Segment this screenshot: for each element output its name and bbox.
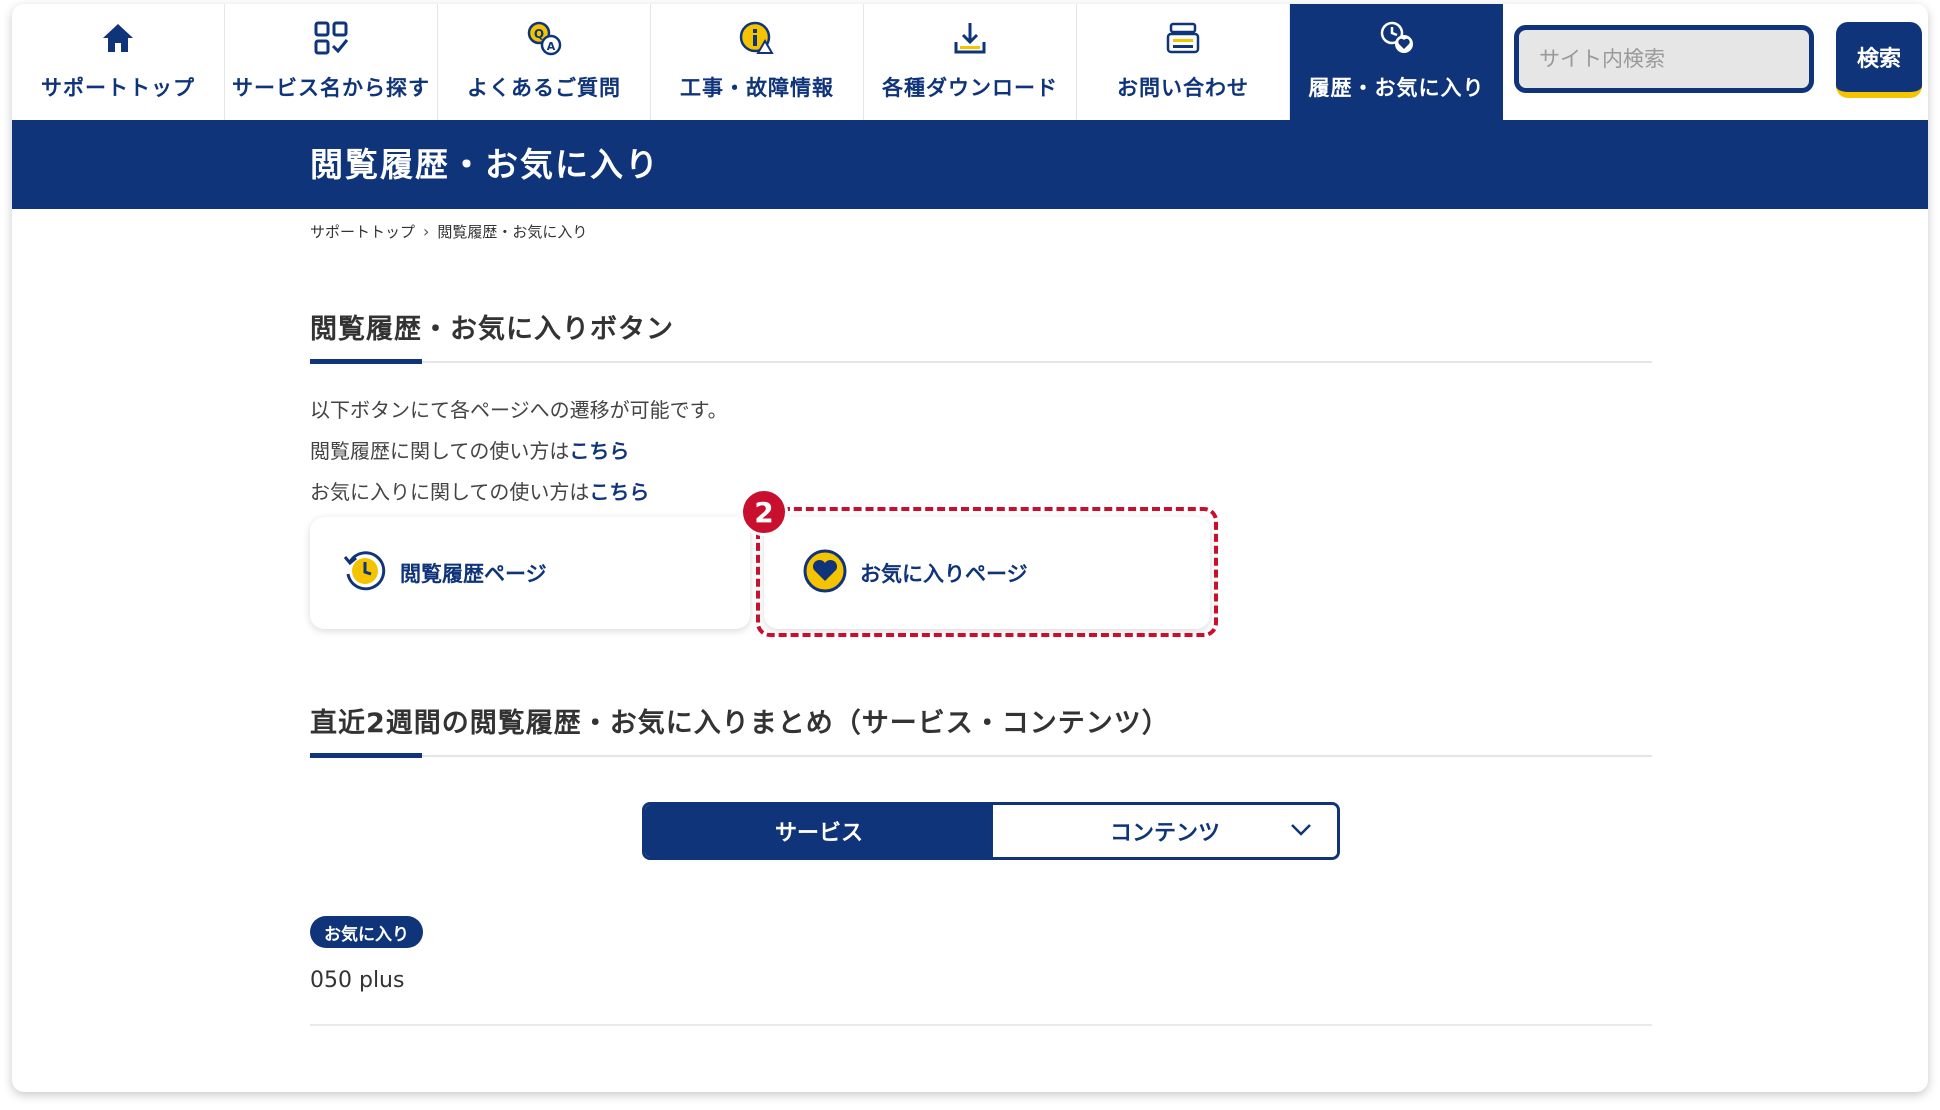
- tab-contents[interactable]: コンテンツ: [993, 805, 1337, 857]
- section-accent-bar: [310, 753, 422, 758]
- global-nav: サポートトップ サービス名から探す Q A よくあるご質問 工事・故障情報 各種…: [12, 4, 1928, 120]
- page-title-band: 閲覧履歴・お気に入り: [12, 120, 1928, 209]
- history-usage-prefix: 閲覧履歴に関しての使い方は: [310, 439, 570, 463]
- section-divider: [310, 755, 1652, 757]
- nav-label: よくあるご質問: [467, 76, 621, 100]
- nav-item-faq[interactable]: Q A よくあるご質問: [438, 4, 651, 120]
- callout-number-badge: 2: [740, 488, 788, 536]
- section-title-buttons: 閲覧履歴・お気に入りボタン: [310, 314, 674, 345]
- section-accent-bar: [310, 359, 422, 364]
- description-text: 以下ボタンにて各ページへの遷移が可能です。: [310, 398, 728, 422]
- list-item-service-name[interactable]: 050 plus: [310, 968, 404, 993]
- breadcrumb: サポートトップ › 閲覧履歴・お気に入り: [310, 221, 587, 242]
- nav-label: 工事・故障情報: [680, 76, 834, 100]
- highlight-dashed-box: [756, 507, 1218, 637]
- contact-icon: [1161, 16, 1205, 60]
- nav-item-contact[interactable]: お問い合わせ: [1077, 4, 1290, 120]
- nav-item-downloads[interactable]: 各種ダウンロード: [864, 4, 1077, 120]
- section-title-summary: 直近2週間の閲覧履歴・お気に入りまとめ（サービス・コンテンツ）: [310, 708, 1170, 739]
- grid-check-icon: [309, 16, 353, 60]
- svg-text:A: A: [547, 40, 556, 53]
- browser-frame: サポートトップ サービス名から探す Q A よくあるご質問 工事・故障情報 各種…: [12, 4, 1928, 1092]
- svg-text:Q: Q: [534, 27, 544, 41]
- list-divider: [310, 1024, 1652, 1026]
- download-icon: [948, 16, 992, 60]
- search-input[interactable]: [1519, 46, 1809, 72]
- nav-label: サポートトップ: [41, 76, 195, 100]
- nav-label: 各種ダウンロード: [882, 76, 1058, 100]
- history-page-label: 閲覧履歴ページ: [400, 562, 547, 586]
- chevron-down-icon: [1289, 817, 1313, 847]
- nav-item-service-search[interactable]: サービス名から探す: [225, 4, 438, 120]
- favorite-usage-link[interactable]: こちら: [589, 480, 649, 504]
- nav-label: 履歴・お気に入り: [1308, 76, 1485, 100]
- history-favorite-icon: [1375, 16, 1419, 60]
- chevron-right-icon: ›: [423, 222, 430, 241]
- warning-info-icon: [735, 16, 779, 60]
- section-divider: [310, 361, 1652, 363]
- history-clock-icon: [342, 548, 388, 598]
- history-page-button[interactable]: 閲覧履歴ページ: [310, 517, 750, 629]
- tab-service[interactable]: サービス: [645, 805, 993, 857]
- service-contents-toggle: サービス コンテンツ: [642, 802, 1340, 860]
- qa-icon: Q A: [522, 16, 566, 60]
- page-title: 閲覧履歴・お気に入り: [310, 145, 660, 184]
- nav-label: お問い合わせ: [1117, 76, 1249, 100]
- breadcrumb-home-link[interactable]: サポートトップ: [310, 221, 415, 242]
- favorite-usage-text: お気に入りに関しての使い方はこちら: [310, 476, 649, 505]
- history-usage-text: 閲覧履歴に関しての使い方はこちら: [310, 435, 629, 464]
- favorite-badge: お気に入り: [310, 916, 423, 948]
- history-usage-link[interactable]: こちら: [569, 439, 629, 463]
- breadcrumb-current: 閲覧履歴・お気に入り: [437, 223, 588, 241]
- tab-contents-label: コンテンツ: [1109, 821, 1220, 846]
- nav-item-history-favorites[interactable]: 履歴・お気に入り: [1290, 4, 1503, 120]
- nav-item-construction-info[interactable]: 工事・故障情報: [651, 4, 864, 120]
- search-button[interactable]: 検索: [1836, 22, 1922, 98]
- site-search-field[interactable]: [1514, 25, 1814, 93]
- home-icon: [96, 16, 140, 60]
- favorite-usage-prefix: お気に入りに関しての使い方は: [310, 480, 590, 504]
- nav-item-support-top[interactable]: サポートトップ: [12, 4, 225, 120]
- nav-label: サービス名から探す: [232, 76, 430, 100]
